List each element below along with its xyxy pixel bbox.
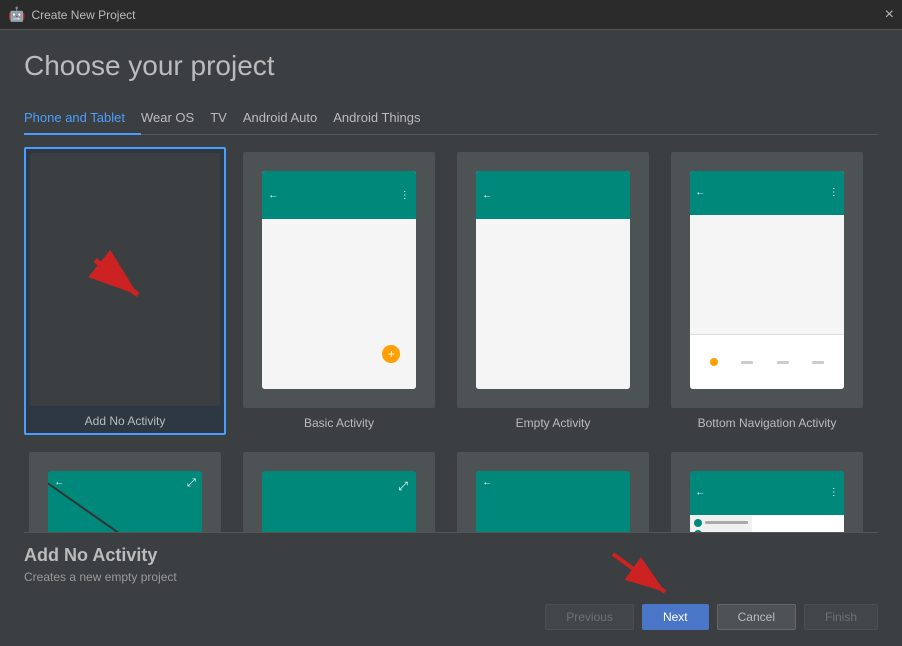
back-icon-scroll: ← xyxy=(482,477,492,488)
list-dot-1 xyxy=(694,519,702,527)
page-title: Choose your project xyxy=(24,50,878,82)
template-fragment-viewmodel-thumb: ← ⤢ xyxy=(29,452,221,532)
previous-button[interactable]: Previous xyxy=(545,604,634,630)
tab-android-auto[interactable]: Android Auto xyxy=(243,102,333,135)
title-bar-left: 🤖 Create New Project xyxy=(8,6,135,23)
fullscreen-mockup: ⤢ xyxy=(262,471,416,532)
bnav-bar-2 xyxy=(777,361,789,364)
master-mockup: ← ⋮ xyxy=(690,471,844,532)
basic-activity-header: ← ⋮ xyxy=(262,171,416,219)
template-bottom-nav-thumb: ← ⋮ xyxy=(671,152,863,408)
templates-grid: Add No Activity ← ⋮ + Basic Activity xyxy=(24,147,878,532)
bnav-footer xyxy=(690,334,844,388)
template-add-no-activity[interactable]: Add No Activity xyxy=(24,147,226,435)
tab-android-things[interactable]: Android Things xyxy=(333,102,436,135)
bottom-nav-mockup: ← ⋮ xyxy=(690,171,844,389)
cancel-button[interactable]: Cancel xyxy=(717,604,796,630)
fullscreen-icon-fragment: ⤢ xyxy=(187,477,196,490)
back-icon-empty: ← xyxy=(482,190,492,201)
back-icon: ← xyxy=(268,190,278,201)
diag-line xyxy=(48,475,202,532)
description-text: Creates a new empty project xyxy=(24,570,878,584)
tabs-bar: Phone and Tablet Wear OS TV Android Auto… xyxy=(24,102,878,135)
list-dot-2 xyxy=(694,530,702,532)
templates-grid-area: Add No Activity ← ⋮ + Basic Activity xyxy=(24,135,878,532)
basic-activity-mockup: ← ⋮ + xyxy=(262,171,416,389)
template-master-detail-thumb: ← ⋮ xyxy=(671,452,863,532)
template-empty-activity-thumb: ← xyxy=(457,152,649,408)
back-icon-bnav: ← xyxy=(695,187,705,198)
template-fullscreen[interactable]: ⤢ Fullscreen Activity xyxy=(238,447,440,532)
menu-icon-master: ⋮ xyxy=(829,487,839,498)
description-title: Add No Activity xyxy=(24,545,878,566)
finish-button[interactable]: Finish xyxy=(804,604,878,630)
list-line-1 xyxy=(705,521,747,524)
empty-activity-header: ← xyxy=(476,171,630,219)
bnav-bar-3 xyxy=(812,361,824,364)
template-add-no-activity-label: Add No Activity xyxy=(85,414,166,428)
template-empty-activity-label: Empty Activity xyxy=(516,416,591,430)
bnav-bar-1 xyxy=(741,361,753,364)
master-list xyxy=(690,515,751,532)
close-icon[interactable]: × xyxy=(885,7,894,23)
app-icon: 🤖 xyxy=(8,6,25,23)
tab-wear-os[interactable]: Wear OS xyxy=(141,102,210,135)
empty-activity-mockup: ← xyxy=(476,171,630,389)
bnav-body xyxy=(690,215,844,335)
footer: Previous Next Cancel Finish xyxy=(24,592,878,646)
master-header: ← ⋮ xyxy=(690,471,844,515)
template-basic-activity-thumb: ← ⋮ + xyxy=(243,152,435,408)
back-icon-fragment: ← xyxy=(54,477,64,488)
template-scrolling[interactable]: ← Scrolling Activity xyxy=(452,447,654,532)
red-arrow-icon xyxy=(80,240,170,320)
template-bottom-nav-label: Bottom Navigation Activity xyxy=(698,416,837,430)
bnav-header: ← ⋮ xyxy=(690,171,844,215)
fragment-mockup: ← ⤢ xyxy=(48,471,202,532)
next-button[interactable]: Next xyxy=(642,604,709,630)
dialog-body: Choose your project Phone and Tablet Wea… xyxy=(0,30,902,646)
fullscreen-icon: ⤢ xyxy=(398,479,408,494)
template-scrolling-thumb: ← xyxy=(457,452,649,532)
basic-activity-body xyxy=(262,219,416,389)
template-master-detail[interactable]: ← ⋮ xyxy=(666,447,868,532)
template-basic-activity[interactable]: ← ⋮ + Basic Activity xyxy=(238,147,440,435)
title-bar-text: Create New Project xyxy=(31,8,135,22)
master-body xyxy=(690,515,844,532)
tab-tv[interactable]: TV xyxy=(210,102,243,135)
scroll-mockup: ← xyxy=(476,471,630,532)
template-fragment-viewmodel[interactable]: ← ⤢ Fragment + ViewModel xyxy=(24,447,226,532)
template-fullscreen-thumb: ⤢ xyxy=(243,452,435,532)
master-list-item-1 xyxy=(694,519,747,527)
template-add-no-activity-thumb xyxy=(30,153,220,406)
master-detail-pane xyxy=(752,515,844,532)
menu-icon: ⋮ xyxy=(400,190,410,201)
template-basic-activity-label: Basic Activity xyxy=(304,416,374,430)
back-icon-master: ← xyxy=(695,487,705,498)
bnav-dot xyxy=(710,358,718,366)
title-bar: 🤖 Create New Project × xyxy=(0,0,902,30)
tab-phone-tablet[interactable]: Phone and Tablet xyxy=(24,102,141,135)
template-empty-activity[interactable]: ← Empty Activity xyxy=(452,147,654,435)
template-bottom-nav[interactable]: ← ⋮ Bottom Navigation Activity xyxy=(666,147,868,435)
master-list-item-2 xyxy=(694,530,747,532)
description-area: Add No Activity Creates a new empty proj… xyxy=(24,532,878,592)
menu-icon-bnav: ⋮ xyxy=(829,187,839,198)
